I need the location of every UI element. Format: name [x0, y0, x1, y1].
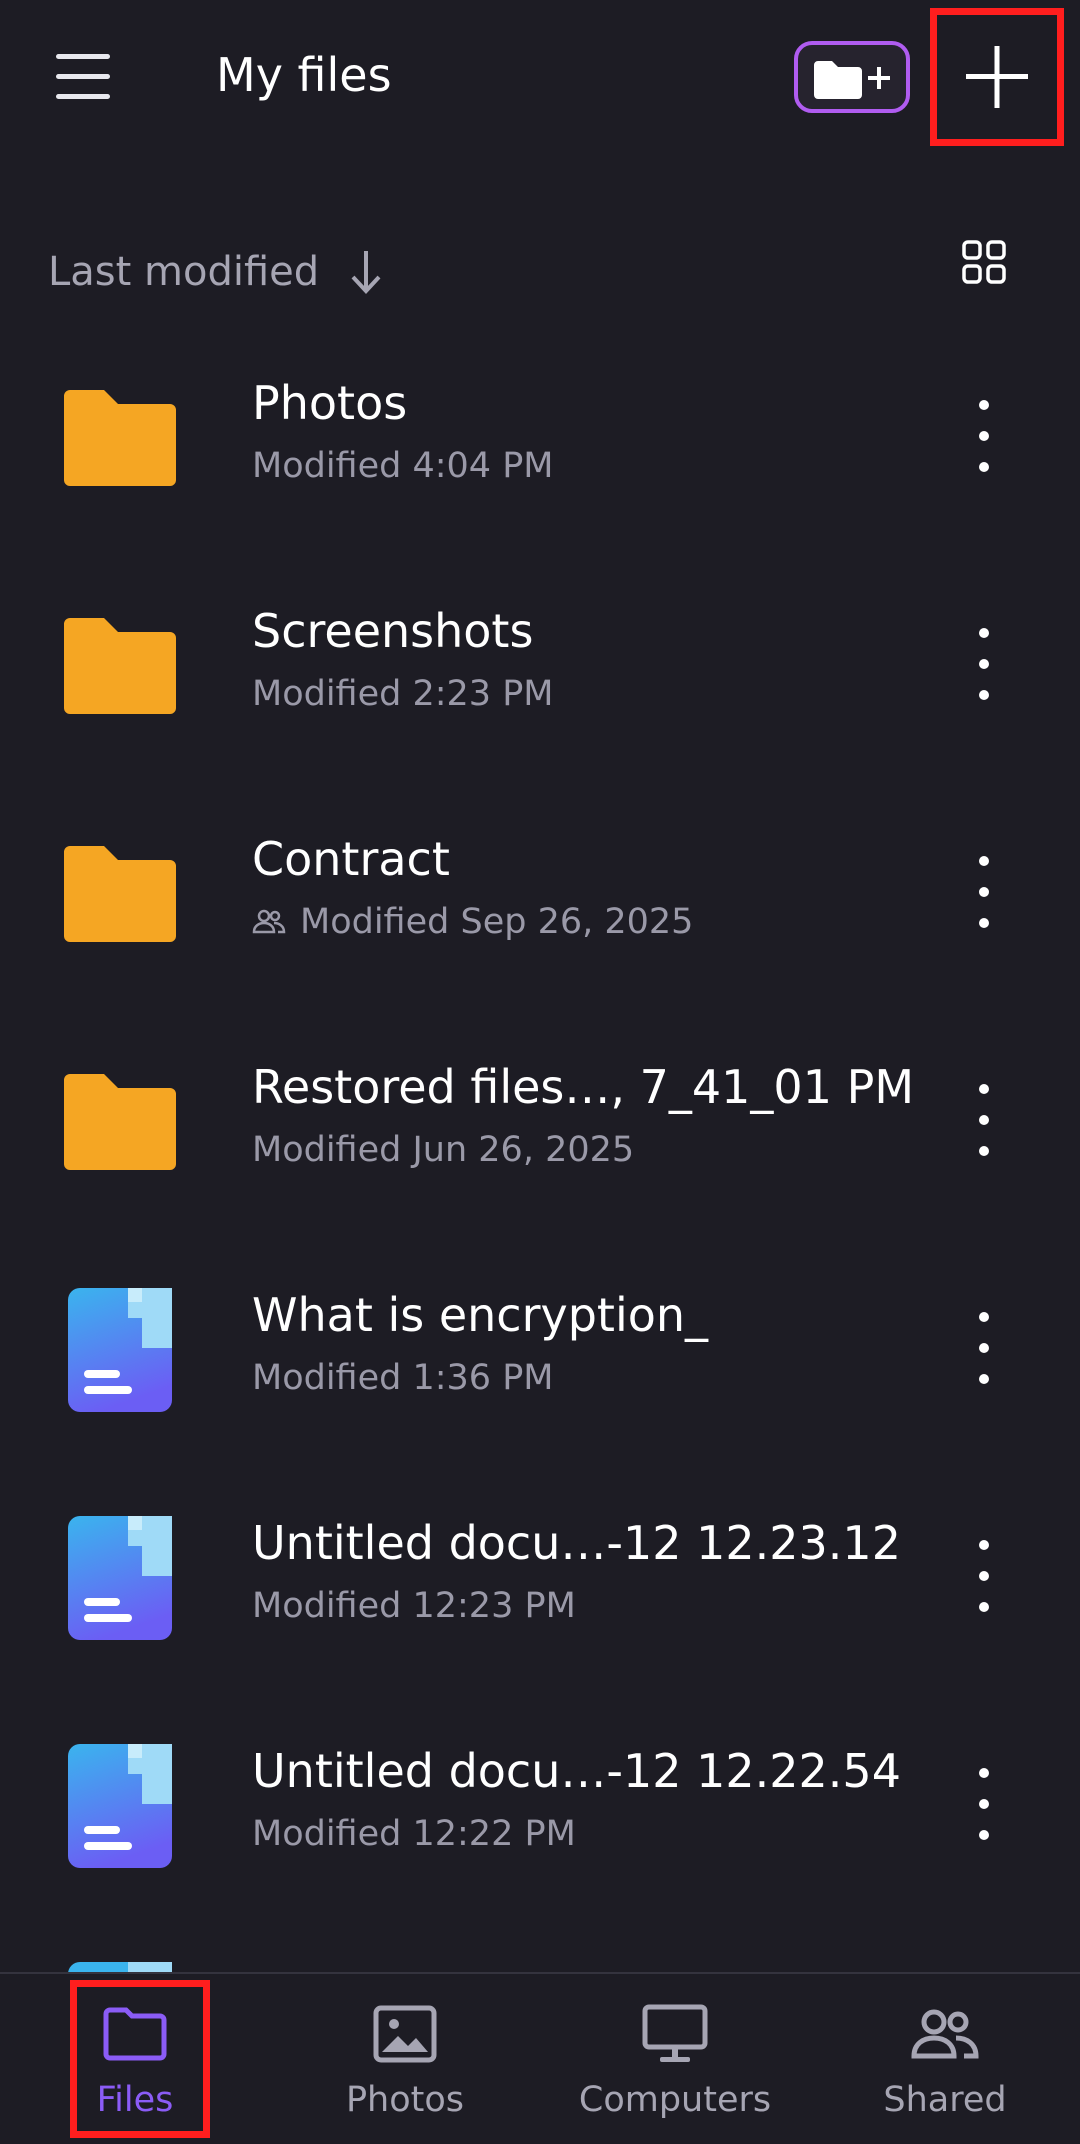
new-folder-button[interactable] — [794, 41, 910, 113]
file-meta: Modified Sep 26, 2025 — [252, 902, 693, 942]
file-meta: Modified Jun 26, 2025 — [252, 1130, 634, 1170]
image-icon — [373, 2005, 437, 2063]
app-bar: My files — [0, 0, 1080, 160]
nav-label: Photos — [345, 2080, 465, 2120]
list-item-partial[interactable] — [0, 1936, 1080, 1976]
file-name: Contract — [252, 832, 450, 886]
sort-button[interactable]: Last modified — [48, 244, 383, 300]
more-options-icon[interactable] — [960, 1756, 1008, 1852]
file-meta: Modified 12:22 PM — [252, 1814, 576, 1854]
add-button[interactable] — [930, 8, 1064, 146]
list-item[interactable]: Untitled docu…-12 12.23.12 Modified 12:2… — [0, 1480, 1080, 1708]
file-name: Untitled docu…-12 12.23.12 — [252, 1516, 901, 1570]
grid-view-button[interactable] — [958, 236, 1010, 288]
file-name: Screenshots — [252, 604, 534, 658]
sort-label: Last modified — [48, 249, 320, 295]
nav-files[interactable]: Files — [0, 1974, 270, 2144]
more-options-icon[interactable] — [960, 1528, 1008, 1624]
grid-view-icon — [962, 240, 1006, 284]
list-item[interactable]: Screenshots Modified 2:23 PM — [0, 568, 1080, 796]
document-icon — [68, 1288, 172, 1412]
nav-photos[interactable]: Photos — [270, 1974, 540, 2144]
file-modified: Modified 12:23 PM — [252, 1586, 576, 1626]
bottom-nav: Files Photos Computers Shared — [0, 1972, 1080, 2144]
more-options-icon[interactable] — [960, 1072, 1008, 1168]
list-item[interactable]: Untitled docu…-12 12.22.54 Modified 12:2… — [0, 1708, 1080, 1936]
file-name: Untitled docu…-12 12.22.54 — [252, 1744, 901, 1798]
file-modified: Modified 12:22 PM — [252, 1814, 576, 1854]
sort-row: Last modified — [0, 230, 1080, 310]
file-meta: Modified 12:23 PM — [252, 1586, 576, 1626]
folder-icon — [64, 390, 176, 486]
file-modified: Modified 2:23 PM — [252, 674, 554, 714]
more-options-icon[interactable] — [960, 388, 1008, 484]
people-icon — [911, 2009, 979, 2059]
plus-icon — [966, 46, 1028, 108]
file-modified: Modified 1:36 PM — [252, 1358, 554, 1398]
file-modified: Modified Sep 26, 2025 — [300, 902, 694, 942]
folder-plus-icon — [814, 61, 890, 99]
file-modified: Modified Jun 26, 2025 — [252, 1130, 635, 1170]
file-name: Restored files…, 7_41_01 PM — [252, 1060, 915, 1114]
shared-people-icon — [252, 909, 286, 934]
list-item[interactable]: What is encryption_ Modified 1:36 PM — [0, 1252, 1080, 1480]
document-icon — [68, 1516, 172, 1640]
folder-icon — [64, 1074, 176, 1170]
hamburger-menu-icon[interactable] — [40, 42, 130, 112]
monitor-icon — [642, 2004, 708, 2062]
nav-shared[interactable]: Shared — [810, 1974, 1080, 2144]
nav-computers[interactable]: Computers — [540, 1974, 810, 2144]
file-meta: Modified 1:36 PM — [252, 1358, 554, 1398]
list-item[interactable]: Contract Modified Sep 26, 2025 — [0, 796, 1080, 1024]
folder-icon — [103, 2007, 167, 2061]
nav-label: Shared — [883, 2080, 1007, 2120]
file-meta: Modified 2:23 PM — [252, 674, 554, 714]
more-options-icon[interactable] — [960, 616, 1008, 712]
page-title: My files — [216, 48, 392, 102]
list-item[interactable]: Restored files…, 7_41_01 PM Modified Jun… — [0, 1024, 1080, 1252]
file-name: What is encryption_ — [252, 1288, 709, 1342]
folder-icon — [64, 618, 176, 714]
document-icon — [68, 1744, 172, 1868]
file-modified: Modified 4:04 PM — [252, 446, 554, 486]
more-options-icon[interactable] — [960, 1300, 1008, 1396]
nav-label: Files — [96, 2080, 174, 2120]
file-name: Photos — [252, 376, 408, 430]
file-meta: Modified 4:04 PM — [252, 446, 554, 486]
list-item[interactable]: Photos Modified 4:04 PM — [0, 340, 1080, 568]
folder-icon — [64, 846, 176, 942]
more-options-icon[interactable] — [960, 844, 1008, 940]
arrow-down-icon — [351, 251, 381, 294]
nav-label: Computers — [578, 2080, 772, 2120]
